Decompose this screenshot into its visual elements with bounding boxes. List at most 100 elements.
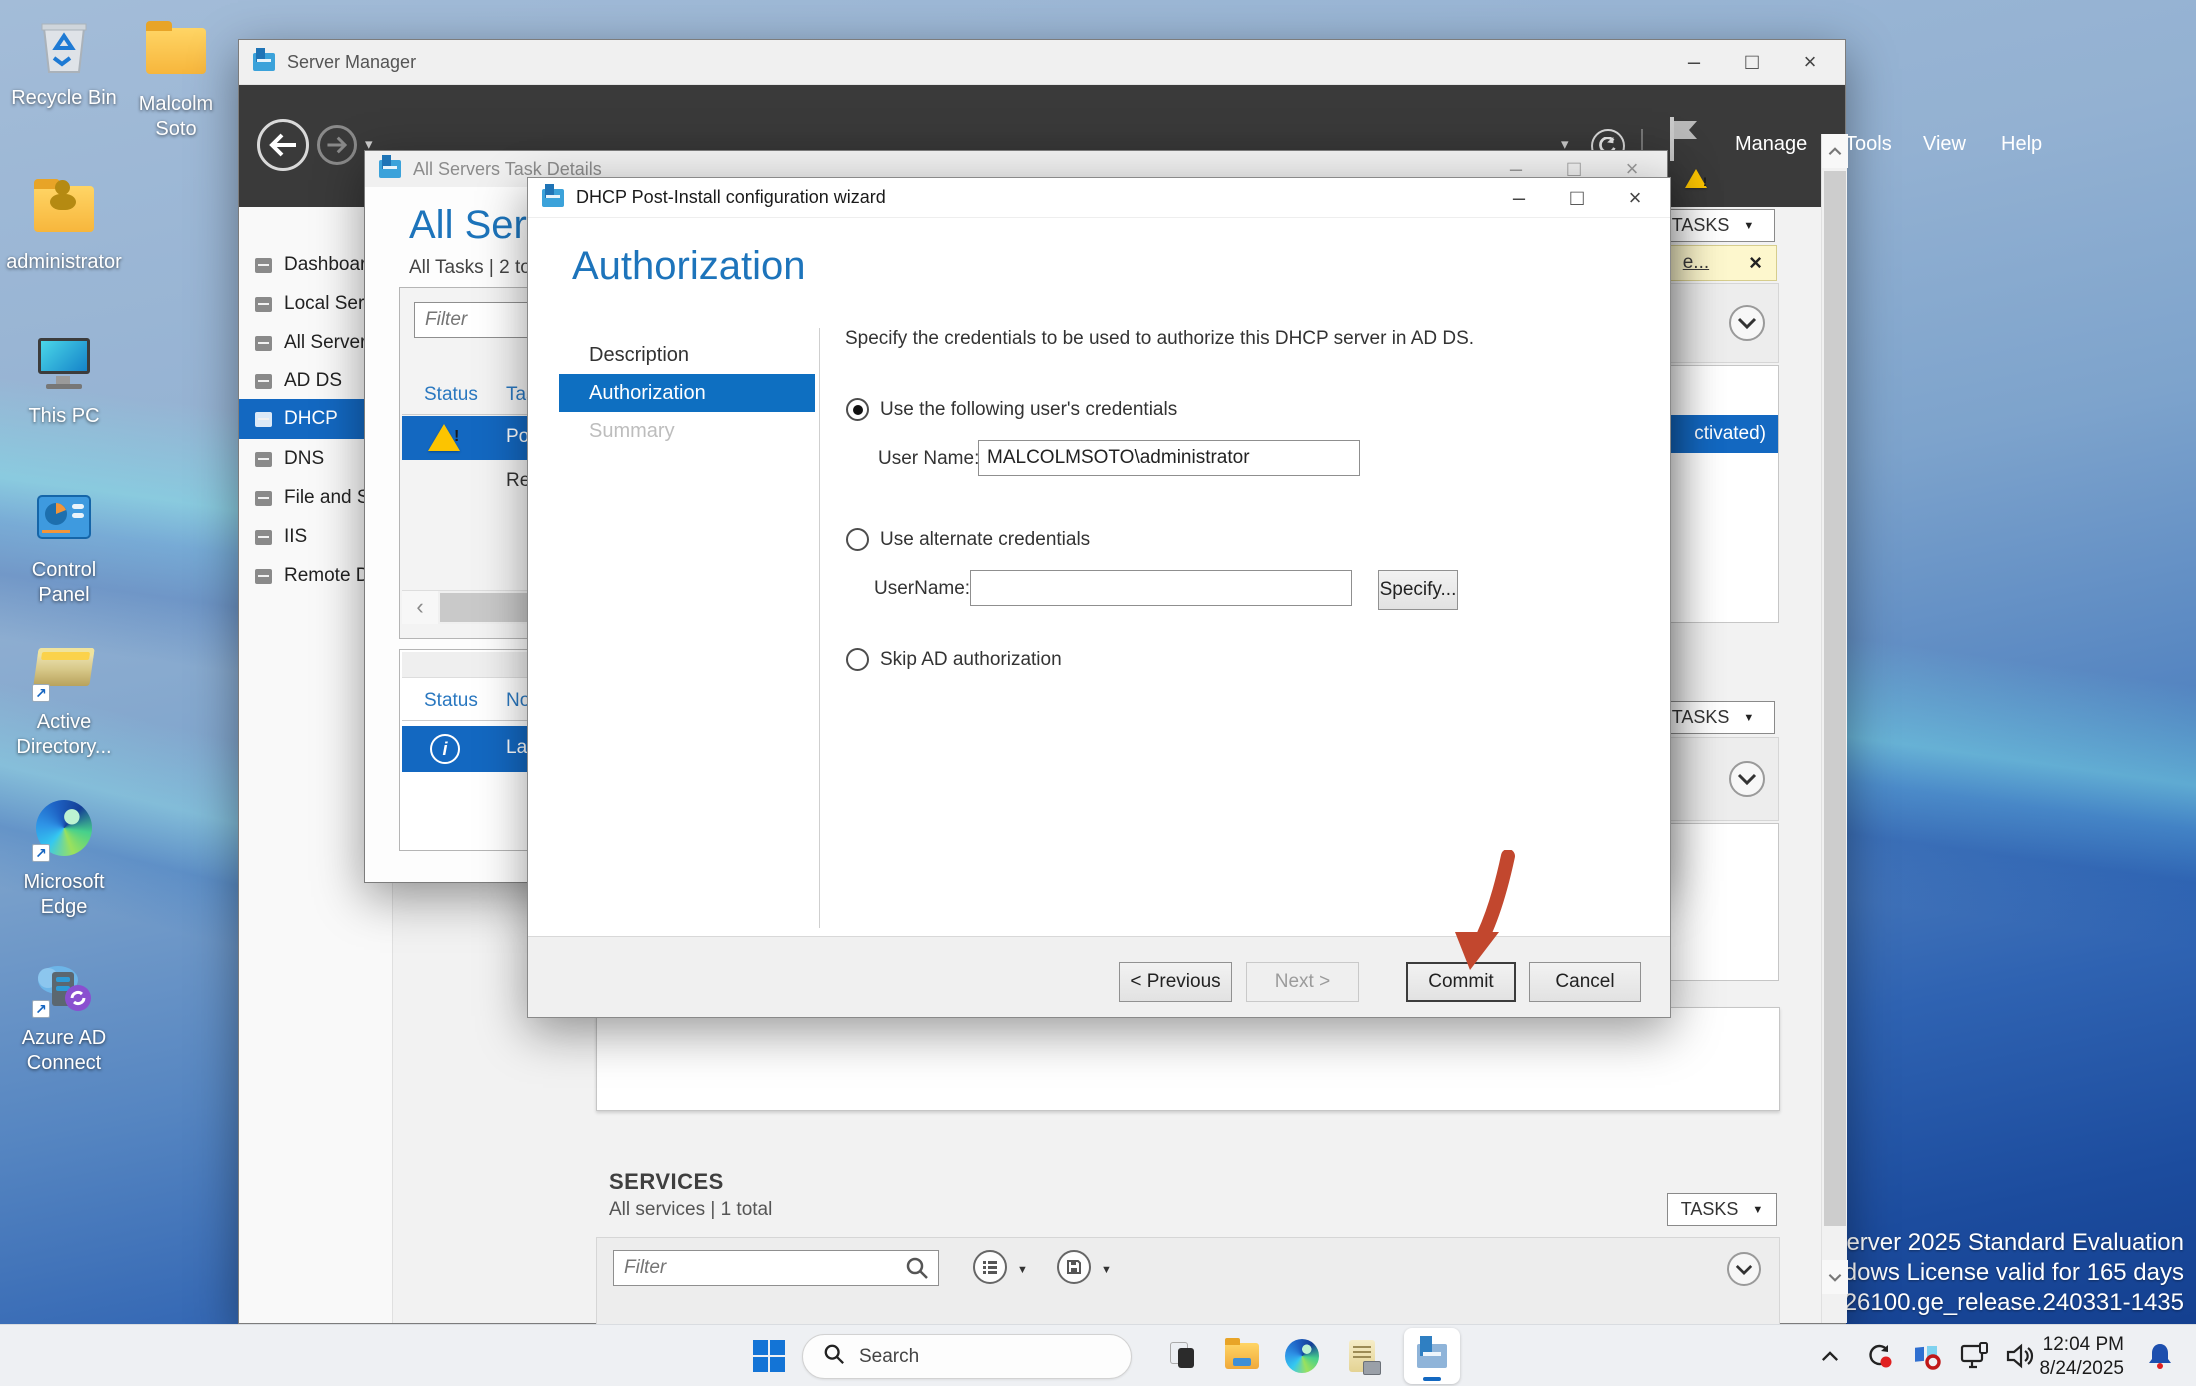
- tasks-label: TASKS: [1681, 1199, 1739, 1220]
- column-header-status[interactable]: Status: [424, 384, 478, 406]
- next-button: Next >: [1246, 962, 1359, 1002]
- tray-volume-icon[interactable]: [2000, 1333, 2040, 1379]
- desktop-icon-control-panel[interactable]: Control Panel: [4, 486, 124, 608]
- chevron-up-icon: [1821, 1351, 1839, 1362]
- file-explorer-button[interactable]: [1218, 1333, 1266, 1379]
- maximize-icon[interactable]: □: [1723, 49, 1781, 75]
- bell-icon: [2147, 1342, 2173, 1370]
- minimize-icon[interactable]: –: [1490, 185, 1548, 211]
- back-button[interactable]: [257, 119, 309, 171]
- desktop-icon-label: administrator: [6, 250, 122, 275]
- collapse-chevron-icon[interactable]: [1729, 305, 1765, 341]
- start-button[interactable]: [745, 1333, 793, 1379]
- recycle-bin-icon: [32, 14, 96, 78]
- shortcut-arrow-icon: ↗: [32, 684, 50, 702]
- server-manager-icon: [379, 160, 401, 178]
- scroll-down-icon[interactable]: [1822, 1260, 1848, 1294]
- info-icon: i: [430, 734, 460, 764]
- task-view-button[interactable]: [1158, 1333, 1206, 1379]
- desktop-icon-this-pc[interactable]: This PC: [4, 332, 124, 429]
- step-authorization[interactable]: Authorization: [559, 374, 815, 412]
- close-icon[interactable]: ×: [1781, 49, 1839, 75]
- dhcp-icon: [255, 412, 272, 427]
- close-icon[interactable]: ×: [1749, 250, 1762, 276]
- desktop-icon-active-directory[interactable]: ↗ Active Directory...: [4, 638, 124, 760]
- list-view-button[interactable]: [973, 1250, 1007, 1284]
- vertical-scrollbar[interactable]: [1821, 134, 1847, 1323]
- tray-network-icon[interactable]: [1954, 1333, 1996, 1379]
- menu-tools[interactable]: Tools: [1845, 133, 1892, 156]
- book-shortcut-icon: ↗: [32, 638, 96, 702]
- scroll-up-icon[interactable]: [1822, 134, 1848, 168]
- step-label: Description: [589, 344, 689, 367]
- radio-skip-authorization[interactable]: [846, 648, 869, 671]
- tray-server-status-icon[interactable]: [1906, 1333, 1948, 1379]
- step-description[interactable]: Description: [559, 336, 815, 374]
- scroll-left-icon[interactable]: ‹: [402, 591, 438, 624]
- tray-overflow-button[interactable]: [1812, 1333, 1848, 1379]
- sidebar-item-label: Dashboard: [284, 254, 377, 276]
- scrollbar-thumb[interactable]: [1824, 171, 1846, 1226]
- search-icon: [905, 1256, 929, 1286]
- dropdown-arrow-icon[interactable]: ▼: [1101, 1264, 1112, 1276]
- desktop-icon-label: Control Panel: [4, 558, 124, 608]
- admin-tools-button[interactable]: [1338, 1333, 1386, 1379]
- window-title: Server Manager: [287, 52, 416, 73]
- column-header-status[interactable]: Status: [424, 690, 478, 712]
- all-servers-icon: [255, 336, 272, 351]
- clock-date: 8/24/2025: [2039, 1357, 2124, 1381]
- dropdown-arrow-icon[interactable]: ▼: [1017, 1264, 1028, 1276]
- computer-icon: [32, 332, 96, 396]
- search-icon: [823, 1343, 845, 1371]
- desktop-icon-recycle-bin[interactable]: Recycle Bin: [4, 14, 124, 111]
- radio-label: Use the following user's credentials: [880, 399, 1177, 421]
- dropdown-arrow-icon: ▼: [1743, 712, 1754, 724]
- collapse-chevron-icon[interactable]: [1729, 761, 1765, 797]
- server-manager-titlebar[interactable]: Server Manager – □ ×: [239, 40, 1845, 85]
- notification-bell-button[interactable]: [2138, 1333, 2182, 1379]
- tasks-dropdown[interactable]: TASKS ▼: [1667, 1193, 1777, 1226]
- notifications-flag-icon[interactable]: [1667, 117, 1701, 167]
- menu-help[interactable]: Help: [2001, 133, 2042, 156]
- desktop-icon-administrator[interactable]: administrator: [4, 178, 124, 275]
- server-manager-icon: [542, 189, 564, 207]
- desktop-icon-label: Active Directory...: [4, 710, 124, 760]
- services-filter-input[interactable]: [613, 1250, 939, 1286]
- previous-button[interactable]: < Previous: [1119, 962, 1232, 1002]
- desktop-icon-label: Azure AD Connect: [4, 1026, 124, 1076]
- server-manager-taskbar-button[interactable]: [1404, 1328, 1460, 1384]
- search-box[interactable]: Search: [802, 1334, 1132, 1379]
- user-name-input[interactable]: [978, 440, 1360, 476]
- close-icon[interactable]: ×: [1606, 185, 1664, 211]
- services-toolbar: ▼ ▼: [596, 1237, 1780, 1325]
- menu-manage[interactable]: Manage: [1735, 133, 1807, 156]
- alt-user-name-input[interactable]: [970, 570, 1352, 606]
- maximize-icon[interactable]: □: [1548, 185, 1606, 211]
- control-panel-icon: [32, 486, 96, 550]
- minimize-icon[interactable]: –: [1665, 49, 1723, 75]
- collapse-chevron-icon[interactable]: [1727, 1252, 1761, 1286]
- forward-button[interactable]: [317, 125, 357, 165]
- alt-user-name-label: UserName:: [874, 578, 970, 600]
- desktop-icon-malcolm-soto[interactable]: Malcolm Soto: [116, 20, 236, 142]
- shortcut-arrow-icon: ↗: [32, 1000, 50, 1018]
- desktop: Recycle Bin Malcolm Soto administrator T…: [0, 0, 2196, 1386]
- clock[interactable]: 12:04 PM 8/24/2025: [2039, 1333, 2124, 1381]
- radio-label: Use alternate credentials: [880, 529, 1090, 551]
- tray-sync-icon[interactable]: [1858, 1333, 1900, 1379]
- save-view-button[interactable]: [1057, 1250, 1091, 1284]
- specify-button[interactable]: Specify...: [1378, 570, 1458, 610]
- radio-alternate-credentials[interactable]: [846, 528, 869, 551]
- wizard-titlebar[interactable]: DHCP Post-Install configuration wizard –…: [528, 178, 1670, 218]
- radio-following-credentials[interactable]: [846, 398, 869, 421]
- sidebar-item-label: All Servers: [284, 332, 376, 354]
- server-manager-icon: [253, 53, 275, 71]
- clock-time: 12:04 PM: [2039, 1333, 2124, 1357]
- notification-link[interactable]: e...: [1683, 252, 1709, 274]
- scroll-document-icon: [1349, 1340, 1375, 1372]
- edge-button[interactable]: [1278, 1333, 1326, 1379]
- desktop-icon-microsoft-edge[interactable]: ↗ Microsoft Edge: [4, 798, 124, 920]
- menu-view[interactable]: View: [1923, 133, 1966, 156]
- desktop-icon-azure-ad-connect[interactable]: ↗ Azure AD Connect: [4, 954, 124, 1076]
- cancel-button[interactable]: Cancel: [1529, 962, 1641, 1002]
